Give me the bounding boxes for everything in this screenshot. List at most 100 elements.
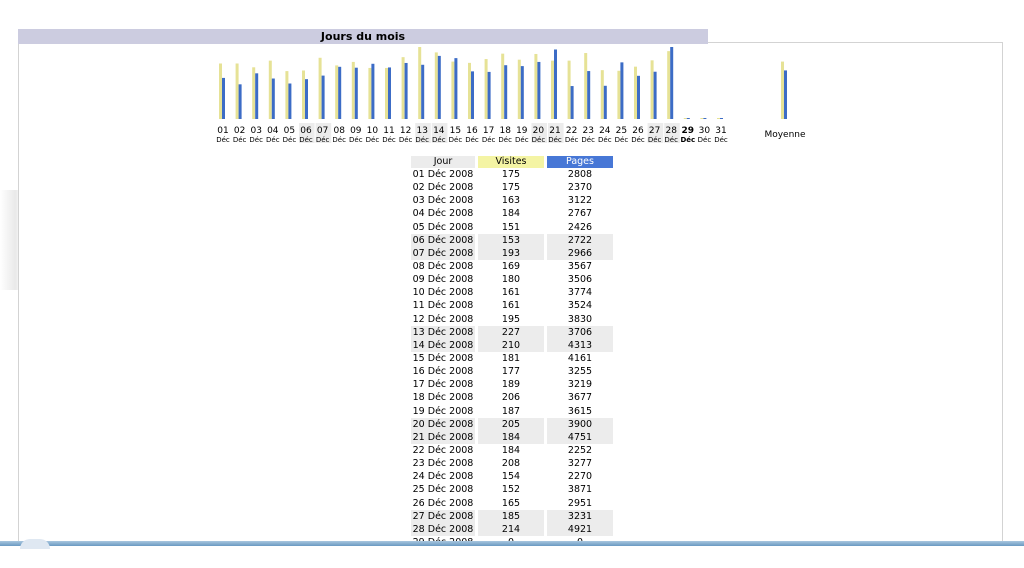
table-row: 18 Déc 2008 206 3677 [411,391,613,404]
row-day: 02 Déc 2008 [412,182,474,194]
table-row: 05 Déc 2008 151 2426 [411,221,613,234]
row-day: 24 Déc 2008 [412,471,474,483]
header-day[interactable]: Jour [411,156,475,168]
bar-visits-07 [318,57,322,119]
row-pages: 3830 [567,313,593,325]
bar-visits-03 [252,67,256,119]
table-row: 16 Déc 2008 177 3255 [411,365,613,378]
bar-visits-11 [385,67,388,119]
tick-day-27: 27 [649,126,660,136]
row-pages: 2767 [567,208,593,220]
tick-day-01: 01 [217,126,228,136]
bar-visits-14 [434,52,438,119]
row-pages: 3567 [567,261,593,273]
row-day: 22 Déc 2008 [412,445,474,457]
row-visits: 205 [478,417,544,431]
row-day: 11 Déc 2008 [412,300,474,312]
bar-pages-13 [421,64,425,119]
tick-month-30: Déc [698,136,712,144]
bar-pages-05 [288,83,292,119]
row-visits: 169 [501,261,521,273]
table-row: 23 Déc 2008 208 3277 [411,457,613,470]
tick-day-19: 19 [516,126,528,136]
row-visits: 184 [478,430,544,444]
bar-visits-18 [501,53,505,119]
tick-month-29: Déc [680,136,695,144]
row-day: 05 Déc 2008 [412,221,474,233]
bar-pages-29 [686,118,690,119]
start-orb[interactable] [20,539,50,549]
tick-month-31: Déc [714,136,728,144]
bar-visits-26 [634,66,637,119]
row-visits: 175 [501,169,521,181]
bar-pages-16 [471,71,474,119]
table-row: 09 Déc 2008 180 3506 [411,273,613,286]
bar-pages-14 [437,55,441,119]
days-bar-chart: 01Déc02Déc03Déc04Déc05Déc06Déc07Déc08Déc… [216,47,806,144]
bar-pages-03 [255,73,259,119]
table-body: 01 Déc 2008 175 2808 02 Déc 2008 175 2370 03 D… [411,168,613,549]
header-pages[interactable]: Pages [547,156,613,168]
table-row: 10 Déc 2008 161 3774 [411,286,613,299]
row-visits: 208 [501,458,521,470]
row-visits: 210 [478,338,544,352]
bar-pages-04 [271,78,275,119]
tick-day-06: 06 [300,126,312,136]
tick-day-08: 08 [333,126,345,136]
table-row: 04 Déc 2008 184 2767 [411,207,613,220]
row-visits: 181 [501,353,521,365]
bar-pages-24 [603,85,607,119]
bar-visits-27 [650,60,654,119]
row-day: 23 Déc 2008 [412,458,474,470]
tick-day-13: 13 [416,126,427,136]
row-day: 19 Déc 2008 [412,405,474,417]
bar-visits-28 [667,51,671,119]
row-day: 14 Déc 2008 [411,338,475,352]
tick-month-19: Déc [515,136,529,144]
row-pages: 3231 [547,509,613,523]
tick-month-14: Déc [432,136,446,144]
tick-day-28: 28 [665,126,677,136]
row-pages: 3122 [567,195,593,207]
row-visits: 175 [501,182,521,194]
tick-day-22: 22 [566,126,577,136]
row-day: 18 Déc 2008 [412,392,474,404]
tick-month-11: Déc [382,136,396,144]
bar-visits-average [781,61,784,119]
tick-month-16: Déc [465,136,479,144]
tick-month-26: Déc [631,136,645,144]
bar-visits-19 [517,59,521,119]
table-row: 20 Déc 2008 205 3900 [411,417,613,431]
table-row: 01 Déc 2008 175 2808 [411,168,613,181]
row-pages: 3677 [567,392,593,404]
row-visits: 184 [501,208,521,220]
bar-visits-01 [219,63,222,119]
row-pages: 3774 [567,287,593,299]
tick-month-07: Déc [316,136,330,144]
tick-day-11: 11 [383,126,394,136]
tick-day-10: 10 [367,126,379,136]
row-pages: 4751 [547,430,613,444]
bar-visits-13 [418,47,422,119]
table-row: 06 Déc 2008 153 2722 [411,233,613,247]
tick-day-23: 23 [582,126,593,136]
bar-visits-12 [401,57,405,119]
row-pages: 3506 [567,274,593,286]
tick-month-08: Déc [332,136,346,144]
row-visits: 153 [478,233,544,247]
table-row: 26 Déc 2008 165 2951 [411,497,613,510]
row-visits: 184 [501,445,521,457]
row-visits: 187 [501,405,521,417]
row-visits: 161 [501,287,521,299]
row-day: 21 Déc 2008 [411,430,475,444]
tick-day-12: 12 [400,126,411,136]
row-pages: 3255 [567,366,593,378]
row-pages: 3871 [567,484,593,496]
header-visits[interactable]: Visites [478,156,544,168]
table-row: 15 Déc 2008 181 4161 [411,352,613,365]
tick-day-02: 02 [234,126,245,136]
bar-visits-08 [335,65,339,119]
bar-pages-15 [454,58,458,119]
row-pages: 3706 [547,325,613,339]
row-visits: 177 [501,366,521,378]
